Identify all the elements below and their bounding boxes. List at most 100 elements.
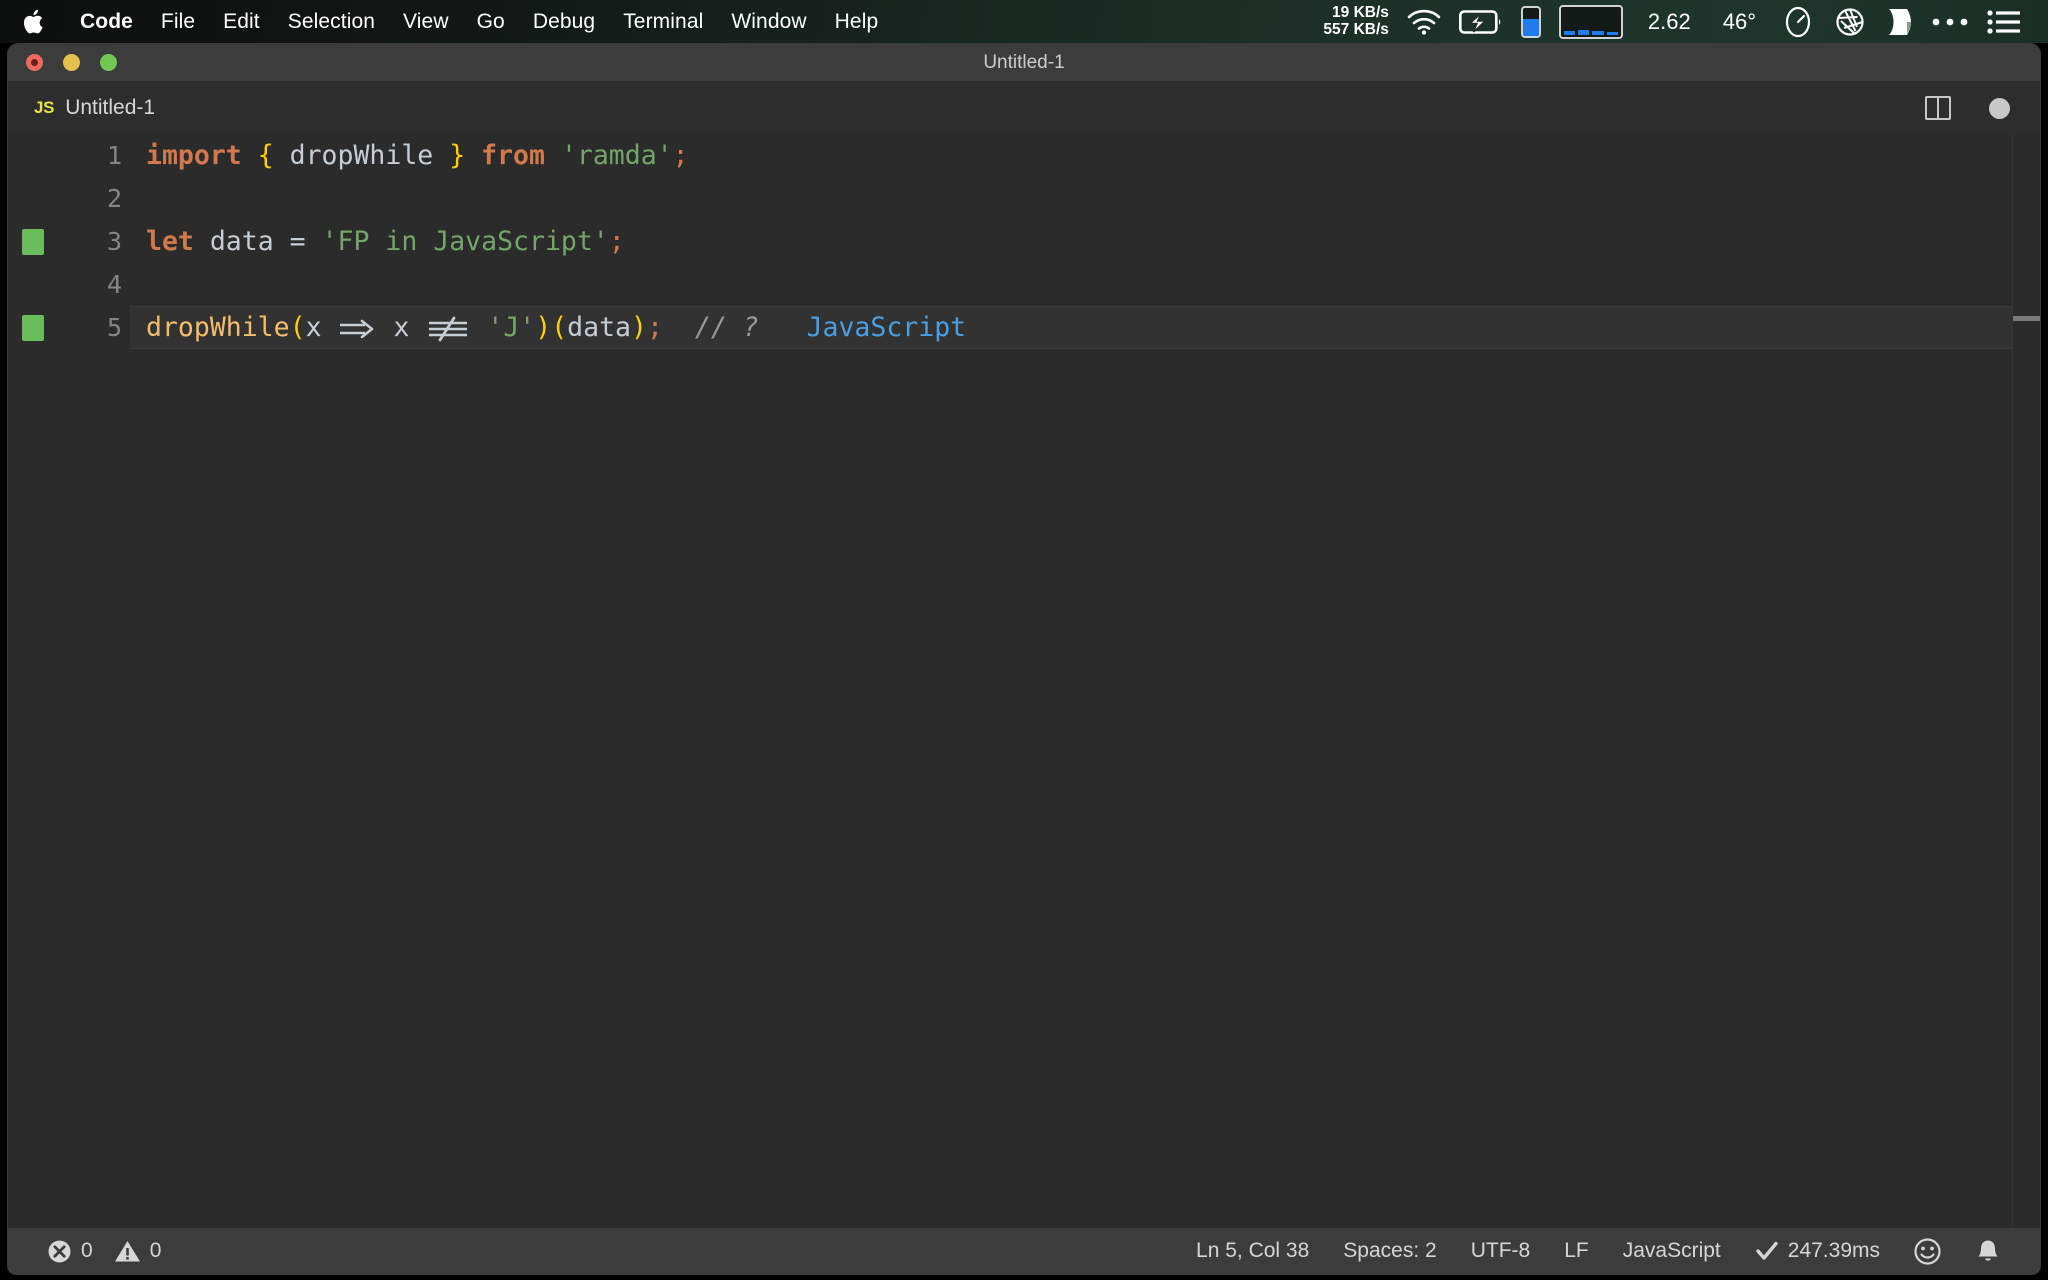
run-status[interactable]: 247.39ms bbox=[1738, 1239, 1897, 1263]
fat-arrow-ligature bbox=[338, 314, 378, 344]
indentation-setting[interactable]: Spaces: 2 bbox=[1326, 1239, 1453, 1263]
status-bar-left: 0 0 bbox=[8, 1239, 178, 1264]
menu-item-window[interactable]: Window bbox=[717, 0, 820, 43]
apple-logo-icon[interactable] bbox=[22, 7, 48, 37]
code-line[interactable] bbox=[130, 177, 2040, 220]
tab-untitled-1[interactable]: JS Untitled-1 bbox=[8, 82, 268, 134]
editor-line-numbers: 1 2 3 4 5 bbox=[70, 134, 130, 1228]
run-time: 247.39ms bbox=[1787, 1239, 1880, 1262]
code-editor[interactable]: 1 2 3 4 5 import { dropWhile } from 'ramda';… bbox=[8, 134, 2040, 1228]
error-count: 0 bbox=[81, 1239, 93, 1262]
code-line[interactable] bbox=[130, 263, 2040, 306]
code-token: = bbox=[289, 226, 306, 257]
status-bar-right: Ln 5, Col 38 Spaces: 2 UTF-8 LF JavaScri… bbox=[1179, 1237, 2040, 1265]
code-token: ) bbox=[631, 312, 647, 343]
list-menu-icon[interactable] bbox=[1978, 0, 2030, 43]
speed-gauge-icon[interactable] bbox=[1772, 0, 1824, 43]
menu-item-file[interactable]: File bbox=[147, 0, 209, 43]
code-token: 'J' bbox=[487, 312, 536, 343]
code-token: x bbox=[393, 312, 410, 343]
code-token: data bbox=[209, 226, 274, 257]
memory-meter-icon[interactable] bbox=[1512, 0, 1550, 43]
menu-item-selection[interactable]: Selection bbox=[274, 0, 389, 43]
code-token: from bbox=[481, 140, 545, 171]
editor-overview-ruler[interactable] bbox=[2012, 134, 2040, 1228]
menu-item-view[interactable]: View bbox=[389, 0, 463, 43]
menu-item-terminal[interactable]: Terminal bbox=[609, 0, 717, 43]
code-token: x bbox=[305, 312, 322, 343]
language-mode[interactable]: JavaScript bbox=[1606, 1239, 1738, 1263]
eol-setting[interactable]: LF bbox=[1547, 1239, 1606, 1263]
menu-item-debug[interactable]: Debug bbox=[519, 0, 609, 43]
window-titlebar: Untitled-1 bbox=[8, 44, 2040, 82]
split-editor-icon[interactable] bbox=[1925, 96, 1951, 120]
gutter-added-marker bbox=[8, 220, 70, 263]
code-token: import bbox=[146, 140, 242, 171]
window-title: Untitled-1 bbox=[983, 51, 1065, 73]
line-number: 5 bbox=[106, 313, 122, 342]
cpu-graph-icon[interactable] bbox=[1550, 0, 1632, 43]
javascript-file-icon: JS bbox=[34, 98, 55, 117]
code-line[interactable]: import { dropWhile } from 'ramda'; bbox=[130, 134, 2040, 177]
warning-triangle-icon bbox=[114, 1239, 141, 1264]
code-token: 'ramda' bbox=[560, 140, 673, 171]
code-token: ; bbox=[608, 226, 625, 257]
gutter-added-marker bbox=[8, 306, 70, 349]
line-number: 3 bbox=[106, 227, 122, 256]
temperature-value[interactable]: 46° bbox=[1707, 0, 1772, 43]
problems-indicator[interactable]: 0 0 bbox=[30, 1239, 178, 1264]
line-number: 2 bbox=[106, 184, 122, 213]
gutter-blank bbox=[8, 263, 70, 306]
minimize-button[interactable] bbox=[63, 54, 80, 71]
network-download-speed: 557 KB/s bbox=[1323, 20, 1389, 38]
menu-item-code[interactable]: Code bbox=[66, 0, 147, 43]
editor-code-area[interactable]: import { dropWhile } from 'ramda'; let da… bbox=[130, 134, 2040, 1228]
encoding-setting[interactable]: UTF-8 bbox=[1454, 1239, 1548, 1263]
network-speed-indicator[interactable]: 19 KB/s 557 KB/s bbox=[1314, 0, 1397, 43]
zoom-button[interactable] bbox=[100, 54, 117, 71]
code-line[interactable]: let data = 'FP in JavaScript'; bbox=[130, 220, 2040, 263]
code-token: } bbox=[449, 140, 466, 171]
gutter-blank bbox=[8, 177, 70, 220]
code-token: // ? bbox=[694, 312, 759, 343]
menu-item-go[interactable]: Go bbox=[463, 0, 519, 43]
code-token: let bbox=[146, 226, 194, 257]
menubar-status-group: 19 KB/s 557 KB/s 2.62 46° bbox=[1314, 0, 2048, 43]
code-token: dropWhile bbox=[289, 140, 434, 171]
code-line[interactable]: dropWhile(x x 'J')(data); // ? JavaScrip… bbox=[130, 306, 2040, 349]
system-load-value[interactable]: 2.62 bbox=[1632, 0, 1707, 43]
battery-charging-icon[interactable] bbox=[1450, 0, 1512, 43]
cursor-position[interactable]: Ln 5, Col 38 bbox=[1179, 1239, 1326, 1263]
unsaved-changes-dot-icon[interactable] bbox=[1989, 97, 2010, 119]
code-token: ( bbox=[289, 312, 306, 343]
bartender-icon[interactable] bbox=[1876, 0, 1922, 43]
editor-tabs-bar: JS Untitled-1 bbox=[8, 82, 2040, 134]
bell-icon[interactable] bbox=[1958, 1238, 2018, 1265]
code-token: ; bbox=[646, 312, 663, 343]
editor-actions bbox=[1925, 82, 2040, 134]
aperture-icon[interactable] bbox=[1824, 0, 1876, 43]
error-circle-icon bbox=[47, 1239, 72, 1264]
smiley-icon[interactable] bbox=[1897, 1237, 1958, 1265]
menu-item-edit[interactable]: Edit bbox=[209, 0, 274, 43]
ellipsis-icon[interactable] bbox=[1922, 0, 1978, 43]
ruler-marker bbox=[2013, 316, 2040, 321]
editor-gutter-decorations bbox=[8, 134, 70, 1228]
code-token: JavaScript bbox=[806, 312, 967, 343]
menu-item-help[interactable]: Help bbox=[821, 0, 893, 43]
close-button[interactable] bbox=[26, 54, 43, 71]
wifi-icon[interactable] bbox=[1398, 0, 1450, 43]
